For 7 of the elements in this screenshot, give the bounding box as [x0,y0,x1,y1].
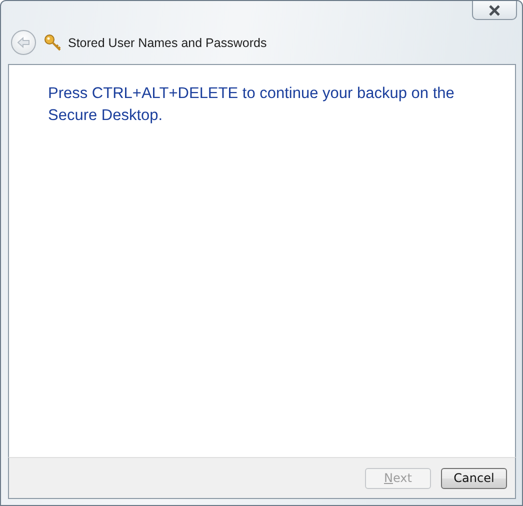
close-icon [488,4,501,16]
instruction-text: Press CTRL+ALT+DELETE to continue your backup on the Secure Desktop. [48,84,456,126]
close-button[interactable] [472,1,517,20]
window-title: Stored User Names and Passwords [68,36,267,50]
back-arrow-icon [17,37,30,48]
key-icon [44,34,62,52]
cancel-button[interactable]: Cancel [441,468,507,488]
